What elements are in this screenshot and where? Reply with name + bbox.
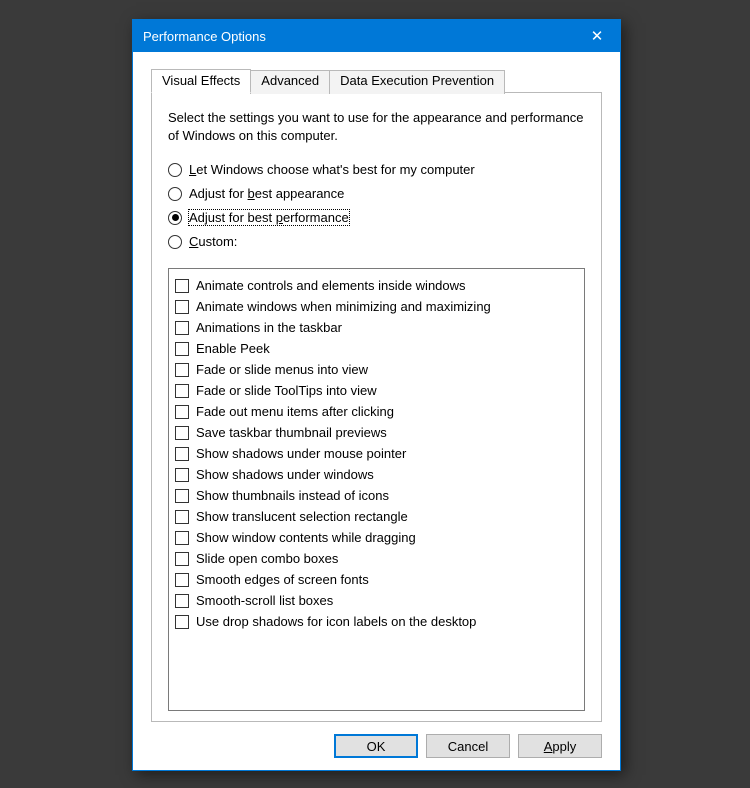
list-item[interactable]: Animate windows when minimizing and maxi… bbox=[175, 296, 578, 317]
tab-label: Visual Effects bbox=[162, 73, 240, 88]
checkbox-icon bbox=[175, 342, 189, 356]
list-item-label: Fade out menu items after clicking bbox=[196, 404, 394, 419]
titlebar: Performance Options ✕ bbox=[133, 20, 620, 52]
close-button[interactable]: ✕ bbox=[574, 20, 620, 52]
radio-icon bbox=[168, 211, 182, 225]
list-item-label: Use drop shadows for icon labels on the … bbox=[196, 614, 476, 629]
ok-button[interactable]: OK bbox=[334, 734, 418, 758]
checkbox-icon bbox=[175, 447, 189, 461]
radio-best-appearance[interactable]: Adjust for best appearance bbox=[168, 186, 585, 201]
radio-label: Custom: bbox=[189, 234, 237, 249]
list-item-label: Show shadows under mouse pointer bbox=[196, 446, 406, 461]
list-item[interactable]: Fade out menu items after clicking bbox=[175, 401, 578, 422]
close-icon: ✕ bbox=[591, 27, 604, 45]
list-item[interactable]: Show shadows under mouse pointer bbox=[175, 443, 578, 464]
radio-best-performance[interactable]: Adjust for best performance bbox=[168, 210, 585, 225]
list-item-label: Show translucent selection rectangle bbox=[196, 509, 408, 524]
list-item[interactable]: Show window contents while dragging bbox=[175, 527, 578, 548]
list-item[interactable]: Show shadows under windows bbox=[175, 464, 578, 485]
radio-icon bbox=[168, 187, 182, 201]
effects-listbox[interactable]: Animate controls and elements inside win… bbox=[168, 268, 585, 711]
radio-label: Let Windows choose what's best for my co… bbox=[189, 162, 475, 177]
window-title: Performance Options bbox=[133, 29, 266, 44]
tab-strip: Visual Effects Advanced Data Execution Pre… bbox=[151, 68, 602, 92]
list-item-label: Save taskbar thumbnail previews bbox=[196, 425, 387, 440]
list-item-label: Smooth-scroll list boxes bbox=[196, 593, 333, 608]
intro-text: Select the settings you want to use for … bbox=[168, 109, 585, 144]
list-item-label: Smooth edges of screen fonts bbox=[196, 572, 369, 587]
checkbox-icon bbox=[175, 300, 189, 314]
checkbox-icon bbox=[175, 510, 189, 524]
checkbox-icon bbox=[175, 573, 189, 587]
checkbox-icon bbox=[175, 426, 189, 440]
list-item[interactable]: Smooth-scroll list boxes bbox=[175, 590, 578, 611]
radio-custom[interactable]: Custom: bbox=[168, 234, 585, 249]
list-item[interactable]: Smooth edges of screen fonts bbox=[175, 569, 578, 590]
checkbox-icon bbox=[175, 405, 189, 419]
tab-label: Advanced bbox=[261, 73, 319, 88]
list-item[interactable]: Use drop shadows for icon labels on the … bbox=[175, 611, 578, 632]
tab-visual-effects[interactable]: Visual Effects bbox=[151, 69, 251, 93]
tab-data-execution-prevention[interactable]: Data Execution Prevention bbox=[329, 70, 505, 94]
checkbox-icon bbox=[175, 594, 189, 608]
list-item-label: Fade or slide menus into view bbox=[196, 362, 368, 377]
list-item[interactable]: Show thumbnails instead of icons bbox=[175, 485, 578, 506]
checkbox-icon bbox=[175, 552, 189, 566]
list-item[interactable]: Animations in the taskbar bbox=[175, 317, 578, 338]
list-item[interactable]: Fade or slide menus into view bbox=[175, 359, 578, 380]
checkbox-icon bbox=[175, 489, 189, 503]
list-item-label: Animate windows when minimizing and maxi… bbox=[196, 299, 491, 314]
apply-label: Apply bbox=[544, 739, 577, 754]
radio-let-windows-choose[interactable]: Let Windows choose what's best for my co… bbox=[168, 162, 585, 177]
tab-advanced[interactable]: Advanced bbox=[250, 70, 330, 94]
tab-label: Data Execution Prevention bbox=[340, 73, 494, 88]
tabpanel-visual-effects: Select the settings you want to use for … bbox=[151, 92, 602, 722]
cancel-button[interactable]: Cancel bbox=[426, 734, 510, 758]
ok-label: OK bbox=[367, 739, 386, 754]
checkbox-icon bbox=[175, 384, 189, 398]
list-item[interactable]: Enable Peek bbox=[175, 338, 578, 359]
cancel-label: Cancel bbox=[448, 739, 488, 754]
radio-icon bbox=[168, 235, 182, 249]
radio-icon bbox=[168, 163, 182, 177]
list-item[interactable]: Fade or slide ToolTips into view bbox=[175, 380, 578, 401]
radio-label: Adjust for best performance bbox=[189, 210, 349, 225]
checkbox-icon bbox=[175, 615, 189, 629]
performance-options-dialog: Performance Options ✕ Visual Effects Adva… bbox=[132, 19, 621, 771]
list-item-label: Show thumbnails instead of icons bbox=[196, 488, 389, 503]
client-area: Visual Effects Advanced Data Execution Pre… bbox=[133, 52, 620, 770]
list-item-label: Animations in the taskbar bbox=[196, 320, 342, 335]
checkbox-icon bbox=[175, 363, 189, 377]
list-item-label: Slide open combo boxes bbox=[196, 551, 338, 566]
apply-button[interactable]: Apply bbox=[518, 734, 602, 758]
list-item-label: Show shadows under windows bbox=[196, 467, 374, 482]
list-item[interactable]: Slide open combo boxes bbox=[175, 548, 578, 569]
checkbox-icon bbox=[175, 279, 189, 293]
list-item[interactable]: Animate controls and elements inside win… bbox=[175, 275, 578, 296]
radio-label: Adjust for best appearance bbox=[189, 186, 344, 201]
dialog-buttons: OK Cancel Apply bbox=[151, 734, 602, 758]
list-item-label: Fade or slide ToolTips into view bbox=[196, 383, 377, 398]
checkbox-icon bbox=[175, 321, 189, 335]
checkbox-icon bbox=[175, 468, 189, 482]
list-item-label: Show window contents while dragging bbox=[196, 530, 416, 545]
radio-group: Let Windows choose what's best for my co… bbox=[168, 162, 585, 258]
list-item-label: Animate controls and elements inside win… bbox=[196, 278, 466, 293]
list-item[interactable]: Show translucent selection rectangle bbox=[175, 506, 578, 527]
list-item-label: Enable Peek bbox=[196, 341, 270, 356]
list-item[interactable]: Save taskbar thumbnail previews bbox=[175, 422, 578, 443]
checkbox-icon bbox=[175, 531, 189, 545]
